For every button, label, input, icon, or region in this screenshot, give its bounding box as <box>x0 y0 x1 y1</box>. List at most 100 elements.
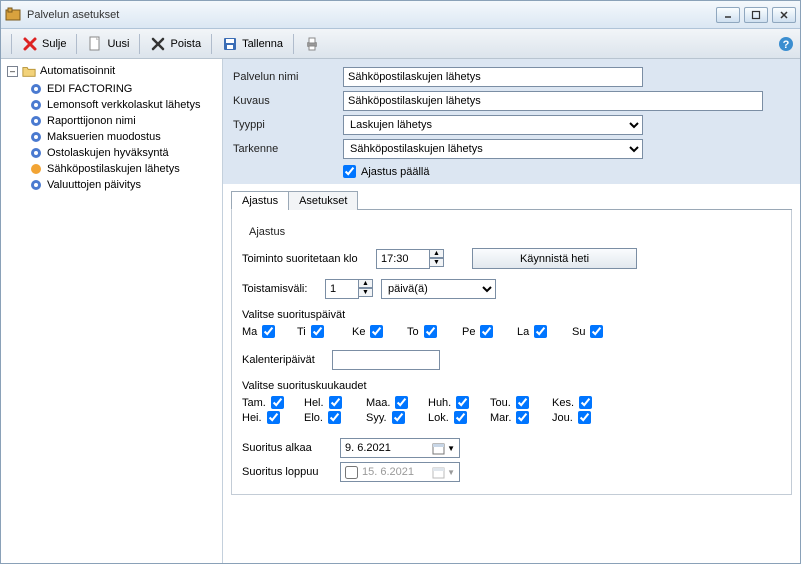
tree-root[interactable]: – Automatisoinnit <box>5 63 218 79</box>
type-select[interactable]: Laskujen lähetys <box>343 115 643 135</box>
tree-item[interactable]: Ostolaskujen hyväksyntä <box>27 145 218 161</box>
close-window-button[interactable] <box>772 7 796 23</box>
new-label: Uusi <box>107 38 129 50</box>
interval-value[interactable]: 1 ▲▼ <box>325 279 373 299</box>
day-label: Su <box>572 326 585 338</box>
month-checkbox[interactable] <box>516 396 529 409</box>
app-icon <box>5 7 21 23</box>
save-button[interactable]: Tallenna <box>218 34 287 54</box>
end-date-checkbox[interactable] <box>345 466 358 479</box>
day-label: Ma <box>242 326 257 338</box>
tree-item-label: Ostolaskujen hyväksyntä <box>47 147 169 159</box>
month-checkbox[interactable] <box>454 411 467 424</box>
tree-item[interactable]: EDI FACTORING <box>27 81 218 97</box>
month-label: Lok. <box>428 412 449 424</box>
day-label: La <box>517 326 529 338</box>
close-button[interactable]: Sulje <box>18 34 70 54</box>
spinner-down-icon[interactable]: ▼ <box>429 258 444 267</box>
month-checkbox[interactable] <box>392 411 405 424</box>
tab-strip: Ajastus Asetukset <box>231 190 792 210</box>
tree-item[interactable]: Sähköpostilaskujen lähetys <box>27 161 218 177</box>
months-title: Valitse suorituskuukaudet <box>242 380 781 392</box>
day-checkbox[interactable] <box>311 325 324 338</box>
days-title: Valitse suorituspäivät <box>242 309 781 321</box>
new-icon <box>87 36 103 52</box>
minimize-button[interactable] <box>716 7 740 23</box>
end-date-input[interactable]: 15. 6.2021 ▼ <box>340 462 460 482</box>
day-checkbox[interactable] <box>534 325 547 338</box>
chevron-down-icon: ▼ <box>447 444 455 453</box>
save-label: Tallenna <box>242 38 283 50</box>
enabled-checkbox[interactable] <box>343 165 356 178</box>
calendar-icon <box>432 466 445 479</box>
calendar-days-input[interactable] <box>332 350 440 370</box>
tree-item[interactable]: Maksuerien muodostus <box>27 129 218 145</box>
tree-item-label: Sähköpostilaskujen lähetys <box>47 163 180 175</box>
gear-icon <box>29 178 43 192</box>
day-label: To <box>407 326 419 338</box>
month-label: Syy. <box>366 412 387 424</box>
interval-unit-select[interactable]: päivä(ä) <box>381 279 496 299</box>
toolbar: Sulje Uusi Poista Tallenna ? <box>1 29 800 59</box>
tab-schedule[interactable]: Ajastus <box>231 191 289 210</box>
tab-settings[interactable]: Asetukset <box>288 191 358 210</box>
tree-item-label: Valuuttojen päivitys <box>47 179 141 191</box>
tree-item[interactable]: Lemonsoft verkkolaskut lähetys <box>27 97 218 113</box>
window-titlebar: Palvelun asetukset <box>1 1 800 29</box>
month-checkbox[interactable] <box>329 396 342 409</box>
spec-select[interactable]: Sähköpostilaskujen lähetys <box>343 139 643 159</box>
day-label: Ti <box>297 326 306 338</box>
month-checkbox[interactable] <box>395 396 408 409</box>
month-checkbox[interactable] <box>456 396 469 409</box>
collapse-icon[interactable]: – <box>7 66 18 77</box>
tree-panel: – Automatisoinnit EDI FACTORINGLemonsoft… <box>1 59 223 563</box>
spinner-up-icon[interactable]: ▲ <box>358 279 373 288</box>
gear-icon <box>29 82 43 96</box>
month-checkbox[interactable] <box>578 411 591 424</box>
month-checkbox[interactable] <box>579 396 592 409</box>
gear-icon <box>29 146 43 160</box>
tree-root-label: Automatisoinnit <box>40 65 115 77</box>
spinner-up-icon[interactable]: ▲ <box>429 249 444 258</box>
service-form: Palvelun nimi Kuvaus Tyyppi Laskujen läh… <box>223 59 800 184</box>
gear-icon <box>29 98 43 112</box>
tree-item-label: Maksuerien muodostus <box>47 131 161 143</box>
desc-input[interactable] <box>343 91 763 111</box>
name-input[interactable] <box>343 67 643 87</box>
save-icon <box>222 36 238 52</box>
month-checkbox[interactable] <box>271 396 284 409</box>
day-label: Pe <box>462 326 475 338</box>
close-icon <box>22 36 38 52</box>
tree-item[interactable]: Valuuttojen päivitys <box>27 177 218 193</box>
day-checkbox[interactable] <box>590 325 603 338</box>
month-label: Maa. <box>366 397 390 409</box>
delete-button[interactable]: Poista <box>146 34 205 54</box>
schedule-group-title: Ajastus <box>246 226 288 238</box>
run-at-time[interactable]: 17:30 ▲▼ <box>376 249 444 269</box>
month-label: Tam. <box>242 397 266 409</box>
start-date-input[interactable]: 9. 6.2021 ▼ <box>340 438 460 458</box>
window-title: Palvelun asetukset <box>27 9 716 21</box>
tree-item[interactable]: Raporttijonon nimi <box>27 113 218 129</box>
maximize-button[interactable] <box>744 7 768 23</box>
gear-icon <box>29 130 43 144</box>
month-checkbox[interactable] <box>516 411 529 424</box>
run-now-button[interactable]: Käynnistä heti <box>472 248 637 269</box>
month-label: Tou. <box>490 397 511 409</box>
help-button[interactable]: ? <box>778 36 794 52</box>
spinner-down-icon[interactable]: ▼ <box>358 288 373 297</box>
day-checkbox[interactable] <box>424 325 437 338</box>
month-label: Hel. <box>304 397 324 409</box>
new-button[interactable]: Uusi <box>83 34 133 54</box>
gear-icon <box>29 162 43 176</box>
print-button[interactable] <box>300 34 324 54</box>
folder-icon <box>22 64 36 78</box>
delete-icon <box>150 36 166 52</box>
interval-label: Toistamisväli: <box>242 283 317 295</box>
day-checkbox[interactable] <box>480 325 493 338</box>
month-checkbox[interactable] <box>267 411 280 424</box>
day-checkbox[interactable] <box>370 325 383 338</box>
day-checkbox[interactable] <box>262 325 275 338</box>
start-label: Suoritus alkaa <box>242 442 332 454</box>
month-checkbox[interactable] <box>328 411 341 424</box>
